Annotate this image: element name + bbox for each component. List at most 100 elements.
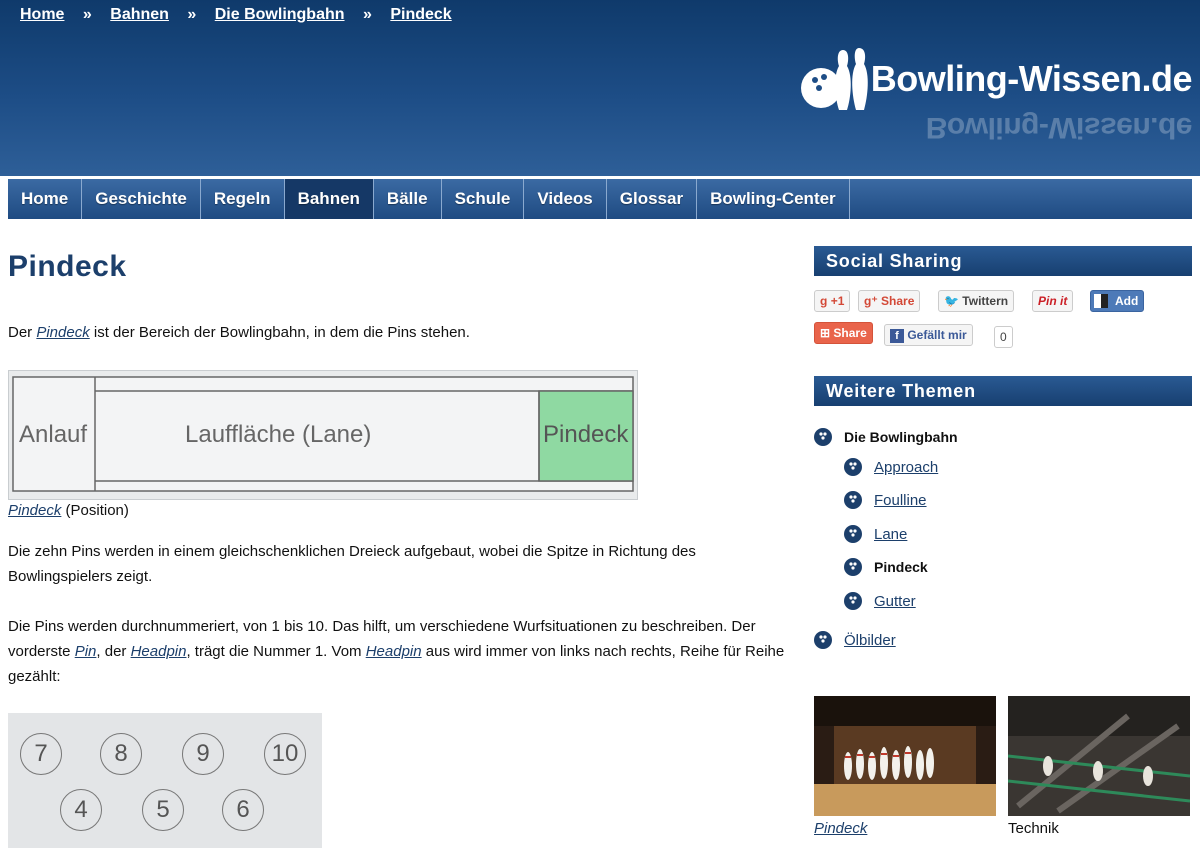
- caption-pindeck-link[interactable]: Pindeck: [8, 502, 61, 519]
- google-plus-icon: g⁺: [864, 294, 878, 308]
- nav-geschichte[interactable]: Geschichte: [82, 179, 201, 219]
- topic-lane[interactable]: Lane: [844, 525, 907, 543]
- diagram-label-anlauf: Anlauf: [19, 421, 88, 448]
- add-button[interactable]: Add: [1090, 290, 1145, 312]
- topic-pindeck-current: Pindeck: [844, 558, 928, 576]
- headpin-link-2[interactable]: Headpin: [366, 643, 422, 660]
- pin-link[interactable]: Pin: [75, 643, 97, 660]
- technik-photo: [1007, 696, 1191, 816]
- nav-regeln[interactable]: Regeln: [201, 179, 285, 219]
- topic-foulline[interactable]: Foulline: [844, 491, 927, 509]
- bowling-ball-icon: [844, 458, 862, 476]
- plus-icon: ⊞: [820, 326, 831, 340]
- topic-approach-link[interactable]: Approach: [874, 459, 938, 476]
- intro-text: ist der Bereich der Bowlingbahn, in dem …: [89, 324, 470, 341]
- pins-description-paragraph: Die zehn Pins werden in einem gleichsche…: [8, 543, 696, 585]
- addthis-icon: [1094, 294, 1108, 308]
- diagram-caption: Pindeck (Position): [8, 502, 129, 519]
- intro-paragraph: Der Pindeck ist der Bereich der Bowlingb…: [8, 320, 798, 345]
- topic-foulline-link[interactable]: Foulline: [874, 492, 927, 509]
- google-plus-icon: g: [820, 294, 828, 308]
- topic-gutter-link[interactable]: Gutter: [874, 593, 916, 610]
- para3-text: , trägt die Nummer 1. Vom: [186, 643, 366, 660]
- caption-text: (Position): [61, 502, 129, 519]
- main-nav: Home Geschichte Regeln Bahnen Bälle Schu…: [8, 179, 1192, 219]
- thumbnail-technik-caption: Technik: [1008, 820, 1059, 837]
- site-header: Home » Bahnen » Die Bowlingbahn » Pindec…: [0, 0, 1200, 176]
- twitter-label: Twittern: [962, 294, 1009, 308]
- bowling-ball-icon: [844, 525, 862, 543]
- breadcrumb-pindeck[interactable]: Pindeck: [390, 6, 451, 23]
- share-button[interactable]: ⊞ Share: [814, 322, 873, 344]
- topic-oelbilder[interactable]: Ölbilder: [814, 631, 896, 649]
- nav-home[interactable]: Home: [8, 179, 83, 219]
- intro-text: Der: [8, 324, 37, 341]
- twitter-bird-icon: 🐦: [944, 294, 959, 308]
- logo-reflection: Bowling-Wissen.de: [925, 111, 1192, 144]
- facebook-like-button[interactable]: f Gefällt mir: [884, 324, 973, 346]
- pin-6: 6: [222, 789, 264, 831]
- add-label: Add: [1115, 294, 1139, 308]
- pindeck-link[interactable]: Pindeck: [36, 324, 89, 341]
- gshare-label: Share: [881, 294, 915, 308]
- pin-10: 10: [264, 733, 306, 775]
- topic-oelbilder-link[interactable]: Ölbilder: [844, 632, 896, 649]
- pinit-button[interactable]: Pin it: [1032, 290, 1074, 312]
- breadcrumb-separator: »: [187, 6, 197, 23]
- diagram-label-lane: Lauffläche (Lane): [185, 421, 372, 448]
- bowling-ball-icon: [814, 428, 832, 446]
- nav-bahnen[interactable]: Bahnen: [284, 179, 374, 219]
- nav-glossar[interactable]: Glossar: [607, 179, 698, 219]
- bowling-ball-icon: [844, 558, 862, 576]
- pindeck-photo: [814, 696, 996, 816]
- lane-diagram: Anlauf Lauffläche (Lane) Pindeck: [8, 370, 638, 500]
- thumbnail-pindeck-caption[interactable]: Pindeck: [814, 820, 867, 837]
- topic-parent-label: Die Bowlingbahn: [844, 429, 958, 445]
- bowling-ball-icon: [844, 491, 862, 509]
- page-title: Pindeck: [8, 250, 127, 283]
- pin-4: 4: [60, 789, 102, 831]
- bowling-logo-icon: [800, 48, 868, 110]
- weitere-themen-heading: Weitere Themen: [814, 376, 1192, 406]
- breadcrumb-home[interactable]: Home: [20, 6, 64, 23]
- pin-7: 7: [20, 733, 62, 775]
- pin-5: 5: [142, 789, 184, 831]
- nav-schule[interactable]: Schule: [442, 179, 525, 219]
- twitter-button[interactable]: 🐦 Twittern: [938, 290, 1015, 312]
- breadcrumb: Home » Bahnen » Die Bowlingbahn » Pindec…: [20, 6, 452, 24]
- thumbnail-pindeck[interactable]: [814, 696, 996, 816]
- like-label: Gefällt mir: [907, 328, 967, 342]
- topic-pindeck-label: Pindeck: [874, 559, 928, 575]
- diagram-label-pindeck: Pindeck: [543, 421, 629, 448]
- google-plus-one-button[interactable]: g +1: [814, 290, 851, 312]
- nav-baelle[interactable]: Bälle: [374, 179, 442, 219]
- share-label: Share: [833, 326, 867, 340]
- pin-numbering-diagram: 7 8 9 10 4 5 6: [8, 713, 322, 848]
- breadcrumb-separator: »: [82, 6, 92, 23]
- pins-numbering-paragraph: Die Pins werden durchnummeriert, von 1 b…: [8, 614, 798, 689]
- sidebar: Social Sharing g +1 g⁺ Share 🐦 Twittern …: [814, 246, 1192, 837]
- logo-text: Bowling-Wissen.de: [870, 58, 1193, 99]
- topic-lane-link[interactable]: Lane: [874, 526, 907, 543]
- bowling-ball-icon: [844, 592, 862, 610]
- social-sharing-heading: Social Sharing: [814, 246, 1192, 276]
- headpin-link[interactable]: Headpin: [131, 643, 187, 660]
- para3-text: , der: [96, 643, 131, 660]
- topic-gutter[interactable]: Gutter: [844, 592, 916, 610]
- like-count: 0: [994, 326, 1013, 348]
- breadcrumb-die-bowlingbahn[interactable]: Die Bowlingbahn: [215, 6, 345, 23]
- pin-9: 9: [182, 733, 224, 775]
- site-logo[interactable]: Bowling-Wissen.de: [799, 46, 1193, 112]
- nav-videos[interactable]: Videos: [524, 179, 607, 219]
- breadcrumb-bahnen[interactable]: Bahnen: [110, 6, 169, 23]
- bowling-ball-icon: [814, 631, 832, 649]
- topic-die-bowlingbahn: Die Bowlingbahn: [814, 428, 958, 446]
- google-share-button[interactable]: g⁺ Share: [858, 290, 921, 312]
- gplus-label: +1: [830, 294, 845, 308]
- thumbnail-technik[interactable]: [1007, 696, 1191, 816]
- pin-8: 8: [100, 733, 142, 775]
- breadcrumb-separator: »: [362, 6, 372, 23]
- nav-bowling-center[interactable]: Bowling-Center: [697, 179, 850, 219]
- topic-approach[interactable]: Approach: [844, 458, 938, 476]
- facebook-icon: f: [890, 329, 904, 343]
